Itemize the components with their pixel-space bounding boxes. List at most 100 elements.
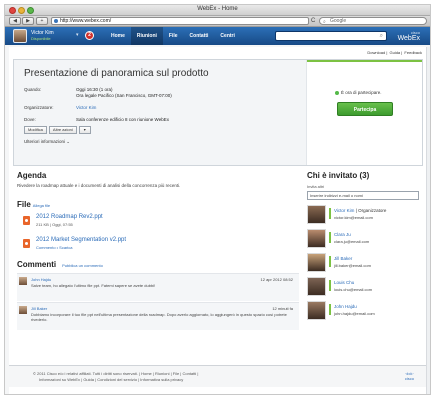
invitee-status-bar [329, 232, 331, 243]
files-title: File [17, 200, 31, 209]
address-bar[interactable]: http://www.webex.com/ [51, 17, 309, 25]
more-actions-button[interactable]: Altre azioni [48, 126, 77, 134]
invite-input[interactable]: Inserire indirizzi e-mail o nomi [307, 191, 419, 200]
comment-time: 12 apr 2012 08:52 [260, 277, 293, 282]
forward-button[interactable]: ▶ [22, 17, 34, 25]
invitee-item[interactable]: Louis Chu louis.chu@email.com [307, 277, 421, 297]
comment-time: 12 minuti fa [272, 306, 293, 311]
comment-avatar [19, 277, 27, 285]
help-link[interactable]: Guida [389, 50, 400, 55]
footer-line-2: Informazioni su WebEx | Guida | Condizio… [39, 377, 184, 382]
invitee-name[interactable]: Clara Ju [334, 232, 351, 237]
edit-button[interactable]: Modifica [24, 126, 47, 134]
ppt-file-icon [23, 216, 30, 225]
page-scrollbar[interactable] [426, 47, 430, 394]
invitee-photo [307, 205, 326, 224]
join-panel-accent [307, 60, 422, 62]
browser-search-placeholder: Google [330, 18, 347, 24]
ppt-file-icon [23, 239, 30, 248]
comments-heading: Commenti Pubblica un commento [17, 260, 103, 269]
webex-header: Victor Kim Disponibile ▾ 2 Home Riunioni… [5, 27, 430, 45]
feedback-link[interactable]: Feedback [404, 50, 422, 55]
meeting-organizer-label: Organizzatore: [24, 105, 54, 110]
user-avatar[interactable] [13, 29, 27, 43]
comment-text: Salve team, ho allegato l'ultimo file pp… [31, 283, 156, 288]
invitee-name[interactable]: Victor Kim | Organizzatore [334, 208, 386, 213]
comment-text: Dobbiamo incorporare il tuo file ppt nel… [31, 312, 287, 322]
invitee-photo [307, 301, 326, 320]
nav-contatti[interactable]: Contatti [184, 27, 215, 45]
file-actions[interactable]: Commento • Scarica [36, 245, 73, 250]
meeting-organizer-link[interactable]: Victor Kim [76, 105, 301, 111]
window-titlebar: WebEx - Home [5, 5, 430, 16]
nav-riunioni[interactable]: Riunioni [130, 27, 163, 45]
meeting-when-label: Quando: [24, 87, 42, 92]
browser-search-input[interactable]: ⌕ Google [319, 17, 427, 25]
invitee-photo [307, 277, 326, 296]
search-icon[interactable]: ⌕ [380, 33, 383, 40]
agenda-heading: Agenda [17, 171, 47, 180]
download-link[interactable]: Download [367, 50, 385, 55]
nav-centri[interactable]: Centri [214, 27, 240, 45]
comment-author[interactable]: Jill Baker [31, 306, 47, 311]
meeting-timezone-value: Ora legale Pacifico (San Francisco, GMT-… [76, 93, 172, 98]
publish-comment-link[interactable]: Pubblica un commento [62, 263, 103, 268]
live-dot-icon [335, 90, 339, 95]
invitee-email: jill.baker@email.com [334, 263, 371, 268]
invitee-name[interactable]: Jill Baker [334, 256, 352, 261]
add-bookmark-button[interactable]: + [36, 17, 48, 25]
more-info-link[interactable]: Ulteriori informazioni ⌄ [24, 139, 70, 145]
invitee-status-bar [329, 256, 331, 267]
meeting-actions: Modifica Altre azioni ▾ [24, 126, 91, 134]
user-status: Disponibile [31, 36, 51, 41]
invitee-item[interactable]: John Hajdu john.hajdu@email.com [307, 301, 421, 321]
favicon-icon [54, 19, 58, 23]
chevron-down-icon[interactable]: ▾ [78, 126, 91, 134]
chevron-down-icon[interactable]: ▾ [76, 32, 79, 38]
footer-line-1: © 2011 Cisco e/o i relativi affiliati. T… [33, 371, 199, 376]
join-button[interactable]: Partecipa [337, 102, 393, 116]
invitee-name[interactable]: John Hajdu [334, 304, 357, 309]
nav-home[interactable]: Home [105, 27, 131, 45]
cisco-logo: ·ılıılı· cisco [404, 371, 414, 381]
top-nav: Home Riunioni File Contatti Centri [105, 27, 241, 45]
invitee-status-bar [329, 208, 331, 219]
file-name[interactable]: 2012 Market Segmentation v2.ppt [36, 237, 126, 243]
invitee-item[interactable]: Clara Ju clara.ju@email.com [307, 229, 421, 249]
invitee-email: louis.chu@email.com [334, 287, 373, 292]
invitee-item[interactable]: Victor Kim | Organizzatore victor.kim@em… [307, 205, 421, 225]
invitee-name[interactable]: Louis Chu [334, 280, 354, 285]
header-search-input[interactable]: ⌕ [275, 31, 387, 41]
file-name[interactable]: 2012 Roadmap Rev2.ppt [36, 214, 103, 220]
nav-file[interactable]: File [163, 27, 184, 45]
file-item[interactable]: 2012 Roadmap Rev2.ppt 211 KB | Oggi, 07:… [23, 214, 293, 232]
live-status-text: È ora di partecipare. [341, 90, 382, 95]
invitee-photo [307, 229, 326, 248]
comment-item: John Hajdu 12 apr 2012 08:52 Salve team,… [17, 273, 299, 301]
join-panel: È ora di partecipare. Partecipa [306, 60, 422, 165]
meeting-title: Presentazione di panoramica sul prodotto [24, 68, 209, 79]
cisco-logo-text: cisco [404, 376, 414, 381]
invitee-item[interactable]: Jill Baker jill.baker@email.com [307, 253, 421, 273]
utility-links: Download | Guida | Feedback [367, 50, 422, 55]
comment-item: Jill Baker 12 minuti fa Dobbiamo incorpo… [17, 302, 299, 330]
browser-window: WebEx - Home ◀ ▶ + http://www.webex.com/… [4, 4, 431, 395]
webex-wordmark: WebEx [397, 35, 420, 42]
invitees-heading: Chi è invitato (3) [307, 171, 370, 180]
live-status: È ora di partecipare. [335, 90, 382, 95]
invitee-photo [307, 253, 326, 272]
browser-toolbar: ◀ ▶ + http://www.webex.com/ C ⌕ Google [5, 16, 430, 27]
webex-logo: cisco WebEx [398, 30, 420, 42]
file-item[interactable]: 2012 Market Segmentation v2.ppt Commento… [23, 237, 293, 255]
meeting-where-label: Dove: [24, 117, 36, 122]
comments-title: Commenti [17, 260, 57, 269]
back-button[interactable]: ◀ [9, 17, 21, 25]
meeting-card: Presentazione di panoramica sul prodotto… [13, 59, 423, 166]
reload-icon[interactable]: C [311, 18, 315, 24]
meeting-where-value: Sala conferenze edificio 8 con riunione … [76, 117, 169, 122]
attach-file-link[interactable]: Allega file [33, 203, 50, 208]
comment-author[interactable]: John Hajdu [31, 277, 51, 282]
comment-avatar [19, 306, 27, 314]
invitee-email: victor.kim@email.com [334, 215, 373, 220]
notification-badge[interactable]: 2 [85, 31, 94, 40]
